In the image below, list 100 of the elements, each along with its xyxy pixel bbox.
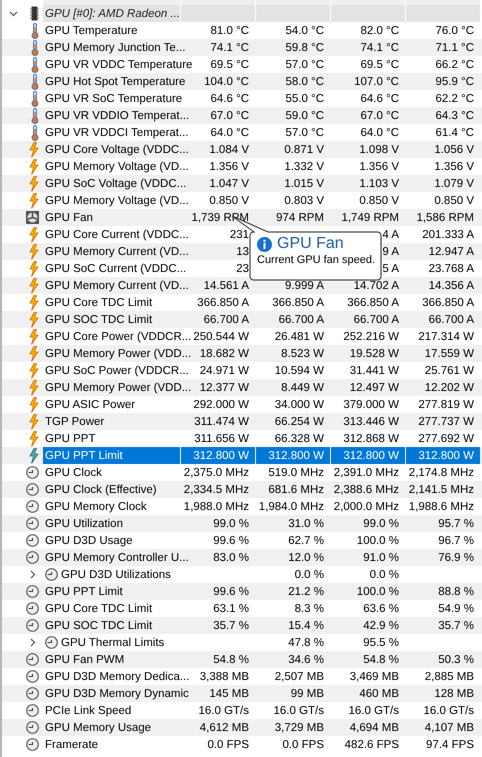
- sensor-value: 201.333 A: [422, 228, 474, 240]
- sensor-value: 217.314 W: [418, 330, 474, 342]
- sensor-value: 8.523 W: [281, 348, 324, 360]
- sensor-value: 26.481 W: [274, 330, 324, 342]
- sensor-value: 54.9 %: [438, 602, 474, 614]
- sensor-value: 4,107 MB: [424, 722, 474, 734]
- chevron-icon[interactable]: [28, 570, 37, 579]
- sensor-value: 12.497 W: [350, 382, 399, 394]
- sensor-value: 66.700 A: [428, 314, 474, 326]
- lightning-icon: [29, 294, 39, 310]
- sensor-name: GPU Core TDC Limit: [45, 602, 152, 614]
- column-header-cell[interactable]: [181, 0, 255, 5]
- sensor-value: 1.103 V: [359, 178, 399, 190]
- sensor-value: 1,749 RPM: [341, 212, 399, 224]
- sensor-value: 4,612 MB: [200, 722, 249, 734]
- sensor-name: GPU Memory Clock: [45, 500, 147, 512]
- sensor-name: GPU Memory Voltage (VD...: [45, 194, 189, 206]
- sensor-value: 107.0 °C: [354, 76, 399, 88]
- sensor-name: GPU Utilization: [45, 518, 123, 530]
- sensor-name: GPU Clock: [45, 466, 102, 478]
- sensor-value: 0.871 V: [284, 144, 324, 156]
- sensor-value: 9.999 A: [284, 280, 324, 292]
- column-header-cell[interactable]: [331, 0, 405, 5]
- sensor-value: 66.2 °C: [436, 58, 474, 70]
- sensor-value: 311.656 W: [194, 432, 249, 444]
- sensor-value: 519.0 MHz: [268, 466, 324, 478]
- sensor-value: 50.3 %: [438, 654, 474, 666]
- sensor-name: GPU Core Power (VDDCR...: [45, 330, 192, 342]
- sensor-name[interactable]: GPU Thermal Limits: [61, 636, 164, 648]
- sensor-value: 74.1 °C: [210, 42, 249, 54]
- sensor-name: PCIe Link Speed: [45, 704, 132, 716]
- sensor-value: 277.692 W: [418, 432, 474, 444]
- sensor-value: 1,988.0 MHz: [184, 500, 249, 512]
- sensor-name[interactable]: GPU D3D Utilizations: [61, 568, 171, 580]
- sensor-value: 17.559 W: [424, 348, 474, 360]
- sensor-value: 2,000.0 MHz: [334, 500, 399, 512]
- sensor-value: 2,174.8 MHz: [408, 466, 474, 478]
- sensor-name: GPU VR VDDC Temperature: [45, 58, 192, 70]
- lightning-icon: [29, 362, 39, 378]
- column-header-cell[interactable]: [406, 0, 480, 5]
- selected-sensor-row[interactable]: GPU PPT Limit 312.800 W 312.800 W 312.800 W 312.800 W: [2, 447, 482, 464]
- sensor-value: 12.0 %: [288, 552, 324, 564]
- sensor-value: 0.0 %: [370, 568, 399, 580]
- sensor-value: 1,984.0 MHz: [258, 500, 324, 512]
- sensor-value: 128 MB: [434, 688, 474, 700]
- sensor-value: 312.868 W: [343, 432, 399, 444]
- clock-icon: [26, 534, 39, 547]
- sensor-value: 16.0 GT/s: [198, 704, 249, 716]
- sensor-name: GPU Memory Current (VD...: [45, 246, 189, 258]
- clock-icon: [26, 738, 39, 751]
- sensor-value: 311.474 W: [194, 416, 249, 428]
- column-header-cell[interactable]: [43, 0, 180, 5]
- sensor-value: 13: [236, 246, 249, 258]
- sensor-name: GPU VR VDDCI Temperat...: [45, 126, 189, 138]
- sensor-value: 99.6 %: [213, 586, 249, 598]
- lightning-icon: [29, 448, 39, 464]
- sensor-value: 74.1 °C: [360, 42, 399, 54]
- clock-icon: [26, 704, 39, 717]
- sensor-value: 34.000 W: [274, 398, 324, 410]
- sensor-value: 12.377 W: [200, 382, 249, 394]
- group-title[interactable]: GPU [#0]: AMD Radeon ...: [43, 5, 180, 22]
- sensor-value: 57.0 °C: [286, 126, 324, 138]
- sensor-value: 231: [230, 228, 249, 240]
- sensor-value: 54.8 %: [363, 654, 399, 666]
- sensor-value: 312.800 W: [193, 450, 249, 462]
- lightning-icon: [29, 260, 39, 276]
- sensor-value: 57.0 °C: [286, 58, 324, 70]
- sensor-value: 95.9 °C: [436, 76, 474, 88]
- fan-icon: [26, 211, 39, 224]
- sensor-value: 2,334.5 MHz: [184, 484, 249, 496]
- chevron-icon[interactable]: [9, 9, 18, 18]
- sensor-name: GPU SoC Voltage (VDDC...: [45, 178, 186, 190]
- sensor-name: GPU Core TDC Limit: [45, 296, 152, 308]
- sensor-value: 24.971 W: [200, 364, 249, 376]
- lightning-icon: [29, 158, 39, 174]
- sensor-value: 15.4 %: [288, 620, 324, 632]
- sensor-value: 4 A: [382, 228, 399, 240]
- sensor-value: 3,729 MB: [274, 722, 324, 734]
- sensor-name: GPU SoC Current (VDDC...: [45, 262, 186, 274]
- sensor-name: GPU D3D Memory Dynamic: [45, 688, 189, 700]
- lightning-icon: [29, 430, 39, 446]
- sensor-value: 277.737 W: [418, 416, 474, 428]
- lightning-icon: [29, 192, 39, 208]
- lightning-icon: [29, 226, 39, 242]
- sensor-name: GPU PPT Limit: [45, 586, 123, 598]
- sensor-value: 16.0 GT/s: [274, 704, 324, 716]
- sensor-value: 31.0 %: [288, 518, 324, 530]
- clock-icon: [26, 602, 39, 615]
- sensor-value: 681.6 MHz: [268, 484, 324, 496]
- sensor-value: 0.0 FPS: [282, 738, 324, 750]
- sensor-value: 66.328 W: [274, 432, 324, 444]
- column-header-cell[interactable]: [256, 0, 330, 5]
- sensor-name: GPU VR VDDIO Temperat...: [45, 110, 190, 122]
- sensor-value: 88.8 %: [438, 586, 474, 598]
- sensor-name: GPU Memory Current (VD...: [45, 280, 189, 292]
- sensor-value: 35.7 %: [438, 620, 474, 632]
- sensor-name: GPU Temperature: [45, 24, 138, 36]
- sensor-value: 3,388 MB: [200, 670, 249, 682]
- sensor-value: 64.6 °C: [360, 92, 399, 104]
- chevron-icon[interactable]: [28, 638, 37, 647]
